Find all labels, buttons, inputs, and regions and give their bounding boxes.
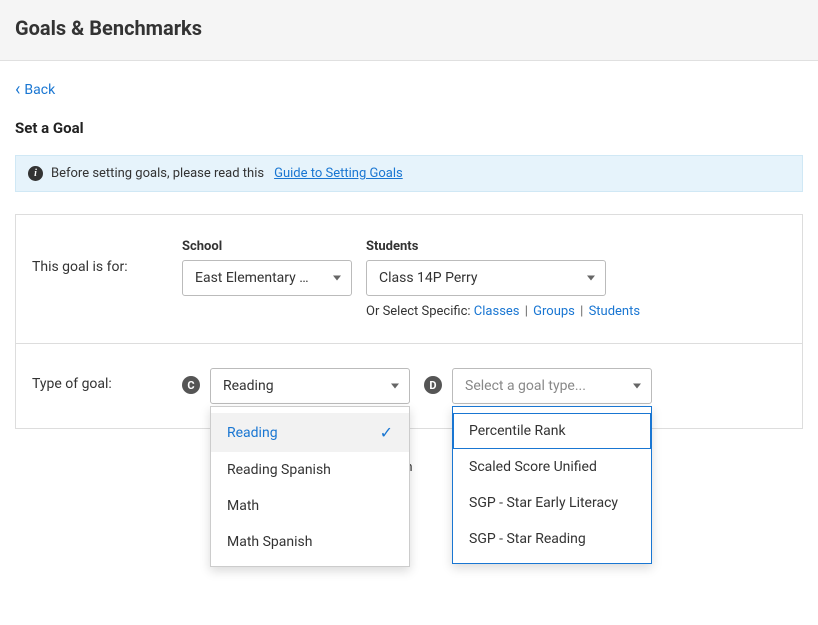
students-dropdown[interactable]: Class 14P Perry <box>366 260 606 296</box>
type-of-goal-label: Type of goal: <box>32 368 182 392</box>
caret-down-icon <box>587 276 595 281</box>
chevron-left-icon: ‹ <box>15 81 20 99</box>
goal-type-menu: Percentile Rank Scaled Score Unified SGP… <box>452 406 652 564</box>
classes-link[interactable]: Classes <box>474 304 520 319</box>
info-icon: i <box>28 166 43 181</box>
school-dropdown[interactable]: East Elementary Sch… <box>182 260 352 296</box>
school-value: East Elementary Sch… <box>195 270 310 286</box>
type-option-sgp-reading[interactable]: SGP - Star Reading <box>453 521 651 557</box>
students-field: Students Class 14P Perry Or Select Speci… <box>366 239 640 319</box>
guide-link[interactable]: Guide to Setting Goals <box>274 166 403 181</box>
caret-down-icon <box>391 384 399 389</box>
goal-option-math[interactable]: Math <box>211 488 409 524</box>
badge-c: C <box>182 376 200 394</box>
goal-subject-menu: Reading ✓ Reading Spanish Math Math Span… <box>210 406 410 567</box>
school-field: School East Elementary Sch… <box>182 239 352 296</box>
back-link[interactable]: ‹ Back <box>15 81 55 99</box>
school-label: School <box>182 239 352 254</box>
content-area: ‹ Back Set a Goal i Before setting goals… <box>0 61 818 449</box>
type-of-goal-row: Type of goal: C Reading Reading ✓ <box>16 343 802 428</box>
students-value: Class 14P Perry <box>379 270 478 286</box>
goal-for-row: This goal is for: School East Elementary… <box>16 215 802 343</box>
info-banner: i Before setting goals, please read this… <box>15 155 803 192</box>
goal-for-label: This goal is for: <box>32 239 182 275</box>
students-link[interactable]: Students <box>589 304 641 319</box>
subtitle: Set a Goal <box>15 119 803 137</box>
caret-down-icon <box>633 384 641 389</box>
header-bar: Goals & Benchmarks <box>0 0 818 61</box>
type-option-percentile[interactable]: Percentile Rank <box>453 413 651 449</box>
goal-subject-dropdown[interactable]: Reading Reading ✓ Reading Spanish <box>210 368 410 404</box>
type-option-scaled[interactable]: Scaled Score Unified <box>453 449 651 485</box>
page-title: Goals & Benchmarks <box>15 16 803 40</box>
groups-link[interactable]: Groups <box>533 304 575 319</box>
goal-option-reading-spanish[interactable]: Reading Spanish <box>211 452 409 488</box>
students-label: Students <box>366 239 640 254</box>
select-specific: Or Select Specific: Classes | Groups | S… <box>366 304 640 319</box>
info-text: Before setting goals, please read this <box>51 166 264 181</box>
goal-option-reading[interactable]: Reading ✓ <box>211 413 409 452</box>
goal-subject-value: Reading <box>223 378 274 394</box>
goal-option-math-spanish[interactable]: Math Spanish <box>211 524 409 560</box>
type-option-sgp-literacy[interactable]: SGP - Star Early Literacy <box>453 485 651 521</box>
goal-type-placeholder: Select a goal type... <box>465 378 586 394</box>
badge-d: D <box>424 376 442 394</box>
back-label: Back <box>24 82 55 98</box>
goal-panel: This goal is for: School East Elementary… <box>15 214 803 429</box>
caret-down-icon <box>333 276 341 281</box>
goal-type-dropdown[interactable]: Select a goal type... Percentile Rank Sc… <box>452 368 652 404</box>
check-icon: ✓ <box>380 423 393 442</box>
